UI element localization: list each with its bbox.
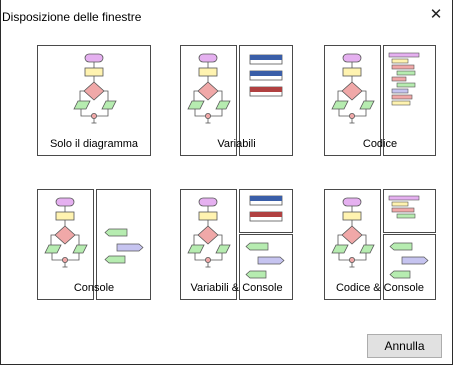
option-label: Codice & Console bbox=[335, 282, 425, 294]
option-console[interactable]: Console bbox=[37, 189, 151, 300]
option-codice-console[interactable]: Codice & Console bbox=[324, 189, 436, 300]
code-icon bbox=[388, 195, 420, 219]
thumb-variables bbox=[239, 189, 293, 233]
variables-icon bbox=[249, 195, 283, 222]
thumb-code bbox=[383, 189, 436, 233]
close-icon[interactable]: ✕ bbox=[429, 5, 443, 25]
option-variabili[interactable]: Variabili bbox=[180, 45, 293, 156]
option-label: Variabili & Console bbox=[190, 282, 283, 294]
option-label: Console bbox=[73, 282, 115, 294]
layout-dialog: Disposizione delle finestre ✕ Solo il di… bbox=[0, 0, 453, 365]
option-codice[interactable]: Codice bbox=[324, 45, 436, 156]
cancel-button[interactable]: Annulla bbox=[367, 334, 442, 358]
option-solo-diagramma[interactable]: Solo il diagramma bbox=[37, 45, 151, 156]
option-label: Variabili bbox=[217, 138, 256, 150]
option-label: Solo il diagramma bbox=[49, 138, 139, 150]
option-label: Codice bbox=[362, 138, 398, 150]
option-variabili-console[interactable]: Variabili & Console bbox=[180, 189, 293, 300]
title-bar: Disposizione delle finestre ✕ bbox=[1, 0, 452, 34]
dialog-title: Disposizione delle finestre bbox=[2, 10, 142, 24]
